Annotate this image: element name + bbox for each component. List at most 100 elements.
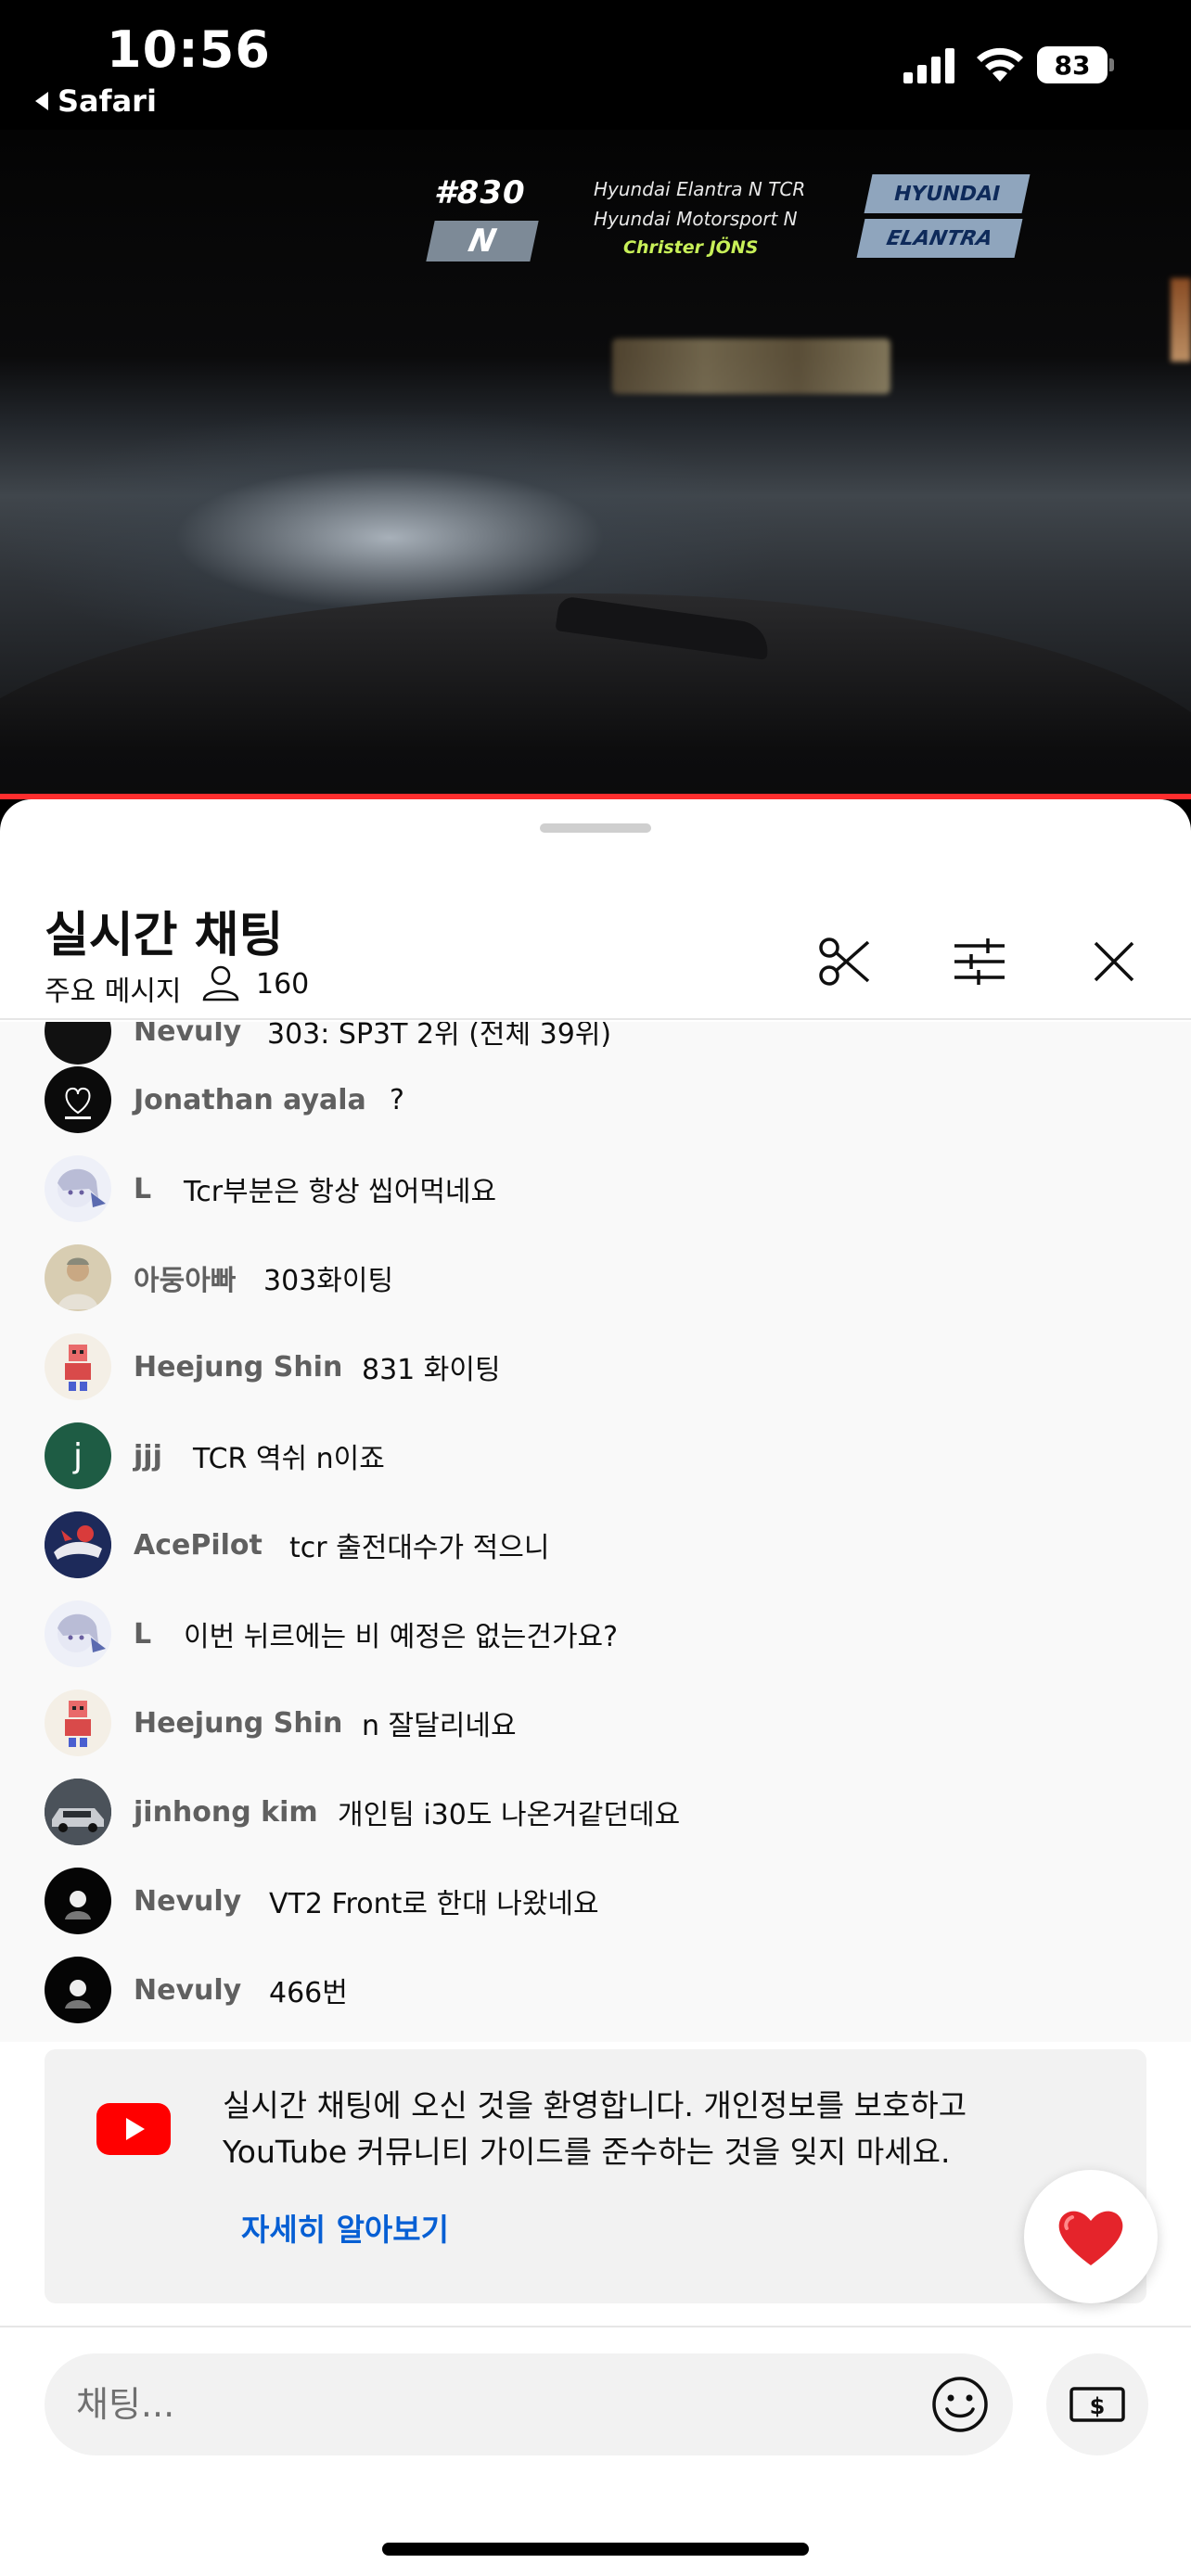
avatar[interactable] xyxy=(45,1957,111,2023)
chat-author[interactable]: Jonathan ayala xyxy=(134,1084,366,1116)
chat-author[interactable]: Nevuly xyxy=(134,1022,241,1048)
chat-message-row: Heejung Shin n 잘달리네요 xyxy=(0,1678,1191,1767)
learn-more-link[interactable]: 자세히 알아보기 xyxy=(241,2205,449,2250)
chat-author[interactable]: L xyxy=(134,1173,151,1205)
avatar[interactable] xyxy=(45,1868,111,1934)
welcome-banner: 실시간 채팅에 오신 것을 환영합니다. 개인정보를 보호하고 YouTube … xyxy=(45,2049,1146,2303)
wifi-icon xyxy=(977,47,1023,82)
heart-icon xyxy=(1058,2211,1123,2265)
chat-author[interactable]: Heejung Shin xyxy=(134,1707,342,1740)
chat-message-text: tcr 출전대수가 적으니 xyxy=(289,1532,550,1564)
chat-message-row: L 이번 뉘르에는 비 예정은 없는건가요? xyxy=(0,1589,1191,1678)
photo-avatar-icon xyxy=(58,1257,98,1309)
chat-message-text: n 잘달리네요 xyxy=(362,1710,517,1742)
input-divider xyxy=(0,2326,1191,2327)
driver-name: Christer JÖNS xyxy=(623,237,759,258)
chat-message-text: 466번 xyxy=(269,1977,348,2009)
chat-message-row: Jonathan ayala ? xyxy=(0,1055,1191,1144)
close-icon xyxy=(1094,941,1134,982)
chat-message-text: 개인팀 i30도 나온거같던데요 xyxy=(338,1799,681,1831)
status-time: 10:56 xyxy=(107,20,271,79)
pixel-character-avatar-icon xyxy=(65,1701,91,1747)
clip-button[interactable] xyxy=(813,929,877,994)
heart-logo-avatar-icon xyxy=(65,1087,91,1119)
status-bar: 10:56 Safari 83 xyxy=(0,0,1191,130)
chat-author[interactable]: 아둥아빠 xyxy=(134,1257,236,1298)
n-badge-logo: N xyxy=(426,221,539,261)
scissors-icon xyxy=(819,937,870,986)
avatar[interactable] xyxy=(45,1511,111,1578)
chat-message-list[interactable]: Nevuly 303: SP3T 2위 (전체 39위) Jonathan ay… xyxy=(0,1022,1191,2042)
avatar[interactable] xyxy=(45,1333,111,1400)
chat-message-row: AcePilot tcr 출전대수가 적으니 xyxy=(0,1500,1191,1589)
chat-message-text: 303: SP3T 2위 (전체 39위) xyxy=(267,1022,612,1051)
tune-icon xyxy=(954,938,1005,985)
chat-message-text: 이번 뉘르에는 비 예정은 없는건가요? xyxy=(184,1621,619,1653)
person-icon xyxy=(202,965,239,1001)
avatar[interactable] xyxy=(45,1155,111,1222)
welcome-message: 실시간 채팅에 오신 것을 환영합니다. 개인정보를 보호하고 YouTube … xyxy=(223,2087,967,2170)
avatar[interactable] xyxy=(45,1244,111,1311)
chat-message-row: 아둥아빠 303화이팅 xyxy=(0,1233,1191,1322)
chat-message-row: jinhong kim 개인팀 i30도 나온거같던데요 xyxy=(0,1767,1191,1856)
chat-message-row: Nevuly 466번 xyxy=(0,1945,1191,2034)
viewer-count: 160 xyxy=(256,968,310,1001)
reaction-button[interactable] xyxy=(1024,2170,1158,2303)
onboard-overlay: #830 N Hyundai Elantra N TCR Hyundai Mot… xyxy=(426,161,1035,273)
back-to-safari-button[interactable]: Safari xyxy=(35,83,157,119)
car-number: #830 xyxy=(434,174,526,211)
super-chat-button[interactable]: $ xyxy=(1046,2353,1148,2455)
avatar[interactable] xyxy=(45,1690,111,1756)
battery-icon: 83 xyxy=(1037,46,1114,83)
chat-author[interactable]: Nevuly xyxy=(134,1974,241,2007)
chat-header: 실시간 채팅 주요 메시지 160 xyxy=(0,836,1191,1020)
cellular-signal-icon xyxy=(903,48,954,83)
chat-input[interactable] xyxy=(76,2353,911,2455)
home-indicator[interactable] xyxy=(382,2543,809,2556)
distant-light xyxy=(1171,278,1191,362)
pixel-character-avatar-icon xyxy=(65,1345,91,1391)
trackside-lights xyxy=(612,338,890,394)
chat-message-row: j jjj TCR 역쉬 n이죠 xyxy=(0,1411,1191,1500)
chat-message-text: ? xyxy=(390,1083,404,1116)
masked-figure-avatar-icon xyxy=(65,1980,91,2009)
avatar[interactable] xyxy=(45,1600,111,1667)
chat-message-row: Heejung Shin 831 화이팅 xyxy=(0,1322,1191,1411)
car-team: Hyundai Motorsport N xyxy=(594,208,798,230)
chat-title: 실시간 채팅 xyxy=(45,908,284,963)
chat-author[interactable]: jjj xyxy=(134,1440,162,1473)
racing-avatar-icon xyxy=(45,1511,111,1578)
chat-settings-button[interactable] xyxy=(947,929,1012,994)
back-arrow-icon xyxy=(35,92,48,110)
brand-label-elantra: ELANTRA xyxy=(856,219,1023,258)
chat-author[interactable]: Heejung Shin xyxy=(134,1351,342,1384)
chat-author[interactable]: jinhong kim xyxy=(134,1796,318,1829)
chat-author[interactable]: AcePilot xyxy=(134,1529,263,1562)
chat-message-text: VT2 Front로 한대 나왔네요 xyxy=(269,1888,599,1920)
anime-character-avatar-icon xyxy=(58,1168,106,1207)
drag-handle[interactable] xyxy=(540,823,651,833)
avatar[interactable] xyxy=(45,1779,111,1845)
video-player[interactable]: #830 N Hyundai Elantra N TCR Hyundai Mot… xyxy=(0,130,1191,796)
avatar[interactable] xyxy=(45,1066,111,1133)
chat-message-row: L Tcr부분은 항상 씹어먹네요 xyxy=(0,1144,1191,1233)
top-chat-selector[interactable]: 주요 메시지 xyxy=(45,968,182,1009)
car-photo-avatar-icon xyxy=(45,1779,111,1845)
youtube-logo-icon xyxy=(96,2103,171,2155)
chat-author[interactable]: Nevuly xyxy=(134,1885,241,1918)
chat-input-container xyxy=(45,2353,1013,2455)
svg-text:$: $ xyxy=(1090,2393,1106,2419)
close-chat-button[interactable] xyxy=(1082,929,1146,994)
chat-author[interactable]: L xyxy=(134,1618,151,1651)
brand-logo-hyundai: HYUNDAI xyxy=(864,174,1031,213)
avatar[interactable]: j xyxy=(45,1422,111,1489)
chat-message-row: Nevuly VT2 Front로 한대 나왔네요 xyxy=(0,1856,1191,1945)
car-model: Hyundai Elantra N TCR xyxy=(594,178,806,200)
battery-level: 83 xyxy=(1037,46,1108,83)
back-app-label: Safari xyxy=(58,83,157,119)
emoji-icon[interactable] xyxy=(929,2374,991,2435)
masked-figure-avatar-icon xyxy=(65,1891,91,1919)
live-chat-panel: 실시간 채팅 주요 메시지 160 Nevuly 303: SP3T 2위 (전… xyxy=(0,799,1191,2576)
chat-message-text: 303화이팅 xyxy=(263,1265,394,1297)
dollar-bill-icon: $ xyxy=(1069,2387,1125,2422)
